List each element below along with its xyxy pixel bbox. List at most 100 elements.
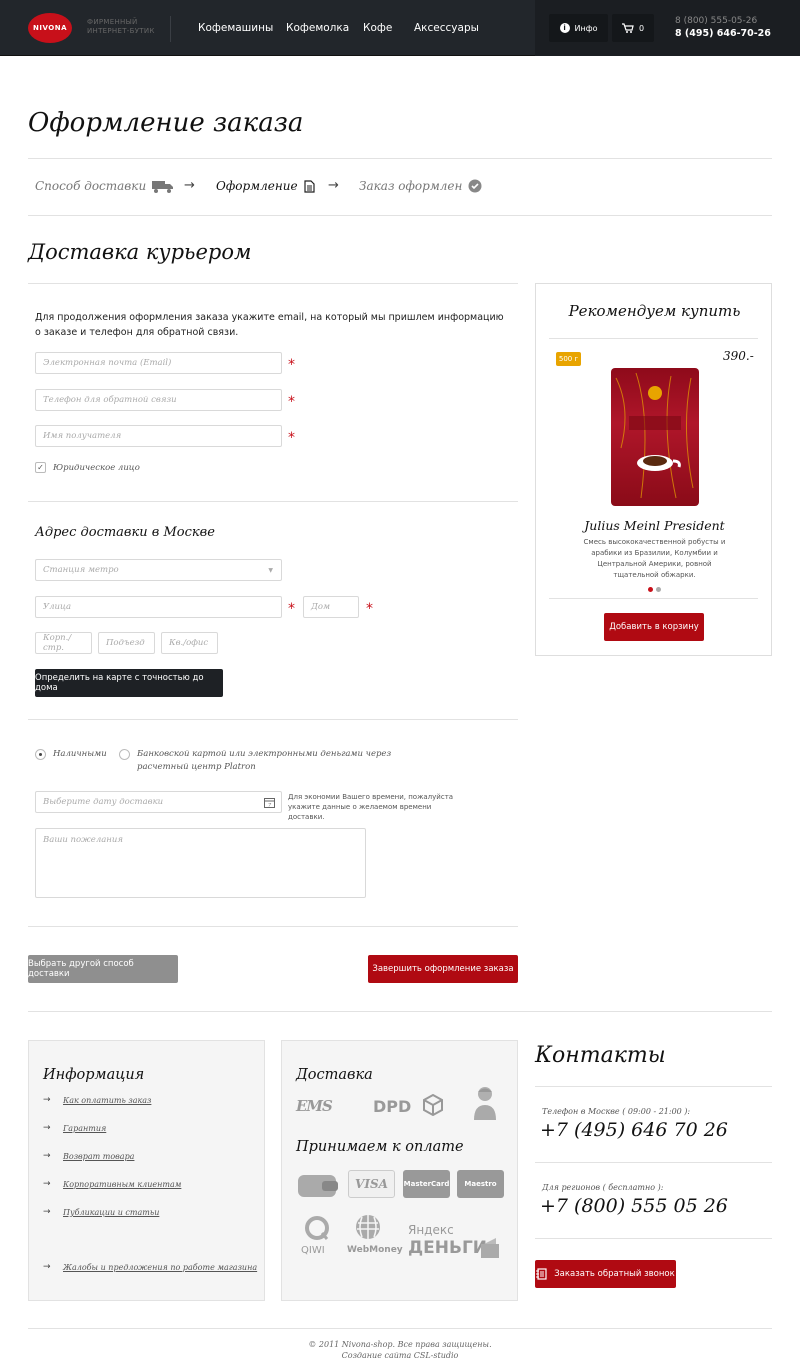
nav-coffee-machines[interactable]: Кофемашины xyxy=(198,22,273,34)
email-field[interactable]: Электронная почта (Email) xyxy=(35,352,282,374)
locate-on-map-button[interactable]: Определить на карте с точностью до дома xyxy=(35,669,223,697)
recommend-title: Рекомендуем купить xyxy=(568,302,741,320)
arrow-right-icon: → xyxy=(43,1207,51,1217)
footer-info-box: Информация → Как оплатить заказ → Гарант… xyxy=(28,1040,265,1301)
divider xyxy=(535,1238,772,1239)
header-phone-moscow: 8 (495) 646-70-26 xyxy=(675,28,771,39)
info-heading: Информация xyxy=(43,1067,145,1083)
pay-cash-radio[interactable] xyxy=(35,749,46,760)
pay-cash-label: Наличными xyxy=(53,749,107,759)
info-icon: i xyxy=(559,23,570,33)
wishes-textarea[interactable]: Ваши пожелания xyxy=(35,828,366,898)
nav-accessories[interactable]: Аксессуары xyxy=(414,22,479,34)
step-delivery-method[interactable]: Способ доставки xyxy=(35,179,174,193)
recommend-panel: Рекомендуем купить 500 г 390.- Julius Me… xyxy=(535,283,772,656)
ems-logo: EMS xyxy=(296,1097,333,1115)
cart-count: 0 xyxy=(638,23,645,33)
divider xyxy=(28,1011,772,1012)
phone-book-icon xyxy=(536,1268,547,1280)
legal-entity-checkbox[interactable]: ✓ xyxy=(35,462,46,473)
weight-badge: 500 г xyxy=(556,352,581,366)
delivery-date-field[interactable]: Выберите дату доставки 7 xyxy=(35,791,282,813)
info-button[interactable]: i Инфо xyxy=(549,14,608,42)
legal-entity-label: Юридическое лицо xyxy=(53,463,140,473)
nivona-logo[interactable]: NIVONA xyxy=(28,13,72,43)
cart-icon xyxy=(621,23,634,33)
chevron-down-icon: ▼ xyxy=(268,567,273,574)
document-icon xyxy=(303,179,315,193)
dpd-logo: DPD xyxy=(373,1097,412,1116)
link-corporate[interactable]: Корпоративным клиентам xyxy=(63,1180,181,1189)
required-mark: * xyxy=(288,601,295,617)
divider xyxy=(535,1086,772,1087)
link-warranty[interactable]: Гарантия xyxy=(63,1124,106,1133)
webmoney-logo: WebMoney xyxy=(347,1245,403,1255)
footer-delivery-box: Доставка EMS DPD Принимаем к оплате VISA… xyxy=(281,1040,518,1301)
arrow-right-icon: → xyxy=(43,1262,51,1272)
truck-icon xyxy=(152,180,174,193)
date-note: Для экономии Вашего времени, пожалуйста … xyxy=(288,793,454,821)
page-title: Оформление заказа xyxy=(28,108,304,138)
other-delivery-button[interactable]: Выбрать другой способ доставки xyxy=(28,955,178,983)
divider xyxy=(549,598,758,599)
nav-coffee[interactable]: Кофе xyxy=(363,22,392,34)
tagline: ФИРМЕННЫЙ ИНТЕРНЕТ-БУТИК xyxy=(87,18,155,35)
pay-card-label: Банковской картой или электронными деньг… xyxy=(137,749,392,772)
address-title: Адрес доставки в Москве xyxy=(35,525,215,540)
carousel-dot[interactable] xyxy=(656,587,661,592)
metro-select[interactable]: Станция метро ▼ xyxy=(35,559,282,581)
webmoney-globe-icon xyxy=(356,1215,380,1239)
yandex-wallet-icon xyxy=(481,1238,499,1258)
phone-field[interactable]: Телефон для обратной связи xyxy=(35,389,282,411)
visa-logo: VISA xyxy=(348,1170,395,1198)
divider xyxy=(28,501,518,502)
payment-heading: Принимаем к оплате xyxy=(296,1139,464,1155)
street-field[interactable]: Улица xyxy=(35,596,282,618)
required-mark: * xyxy=(366,601,373,617)
regions-phone: +7 (800) 555 05 26 xyxy=(540,1195,728,1217)
product-description: Смесь высококачественной робусты и араби… xyxy=(583,538,726,579)
pay-card-radio[interactable] xyxy=(119,749,130,760)
required-mark: * xyxy=(288,394,295,410)
section-title: Доставка курьером xyxy=(28,240,252,264)
callback-button[interactable]: Заказать обратный звонок xyxy=(535,1260,676,1288)
apartment-field[interactable]: Кв./офис xyxy=(161,632,218,654)
product-price: 390.- xyxy=(723,349,754,363)
product-name[interactable]: Julius Meinl President xyxy=(536,518,773,533)
coffee-pack-illustration xyxy=(615,372,694,499)
required-mark: * xyxy=(288,430,295,446)
moscow-phone-label: Телефон в Москве ( 09:00 - 21:00 ): xyxy=(542,1107,691,1116)
arrow-right-icon: → xyxy=(43,1123,51,1133)
form-intro: Для продолжения оформления заказа укажит… xyxy=(35,312,504,338)
finish-order-button[interactable]: Завершить оформление заказа xyxy=(368,955,518,983)
house-field[interactable]: Дом xyxy=(303,596,359,618)
link-publications[interactable]: Публикации и статьи xyxy=(63,1208,159,1217)
yandex-logo: Яндекс xyxy=(408,1223,454,1237)
divider xyxy=(28,283,518,284)
link-how-to-pay[interactable]: Как оплатить заказ xyxy=(63,1096,151,1105)
regions-phone-label: Для регионов ( бесплатно ): xyxy=(542,1183,664,1192)
maestro-logo: Maestro xyxy=(457,1170,504,1198)
entrance-field[interactable]: Подъезд xyxy=(98,632,155,654)
courier-icon xyxy=(474,1087,496,1120)
recipient-name-field[interactable]: Имя получателя xyxy=(35,425,282,447)
copyright: © 2011 Nivona-shop. Все права защищены. … xyxy=(308,1340,492,1360)
yandex-money-logo: ДЕНЬГИ xyxy=(408,1238,487,1258)
building-field[interactable]: Корп./стр. xyxy=(35,632,92,654)
divider xyxy=(28,1328,772,1329)
link-returns[interactable]: Возврат товара xyxy=(63,1152,134,1161)
link-complaints[interactable]: Жалобы и предложения по работе магазина xyxy=(63,1263,257,1272)
header-phone-free: 8 (800) 555-05-26 xyxy=(675,16,758,26)
divider xyxy=(535,1162,772,1163)
contacts-heading: Контакты xyxy=(535,1043,666,1068)
product-image[interactable] xyxy=(611,368,699,506)
divider xyxy=(549,338,758,339)
cart-button[interactable]: 0 xyxy=(612,14,654,42)
divider xyxy=(28,158,772,159)
delivery-heading: Доставка xyxy=(296,1067,373,1083)
divider xyxy=(28,719,518,720)
add-to-cart-button[interactable]: Добавить в корзину xyxy=(604,613,704,641)
qiwi-logo: QIWI xyxy=(301,1245,325,1256)
nav-grinder[interactable]: Кофемолка xyxy=(286,22,349,34)
carousel-dot-active[interactable] xyxy=(648,587,653,592)
